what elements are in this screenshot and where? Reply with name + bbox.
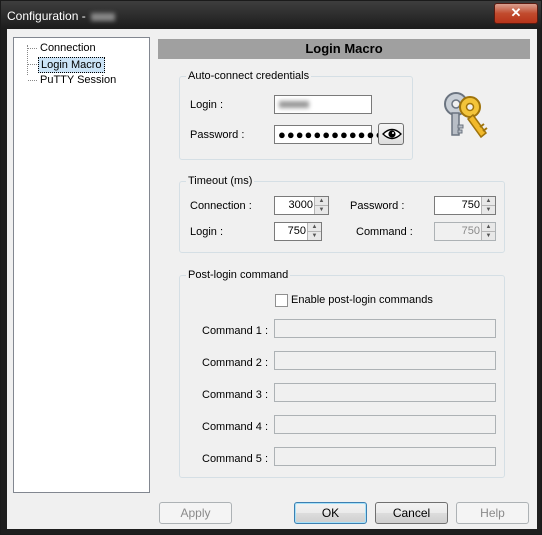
login-timeout-spinner[interactable]: 750 ▲ ▼ (274, 222, 322, 241)
spin-down-icon[interactable]: ▼ (315, 206, 328, 214)
tree-item-connection[interactable]: Connection (38, 41, 98, 55)
login-timeout-value: 750 (287, 225, 306, 237)
keys-icon (444, 92, 488, 139)
auto-connect-legend: Auto-connect credentials (186, 70, 312, 83)
close-button[interactable]: ✕ (494, 3, 538, 24)
timeout-group: Timeout (ms) Connection : 3000 ▲ ▼ Passw… (179, 175, 505, 253)
password-label: Password : (190, 129, 245, 141)
post-login-legend: Post-login command (186, 269, 291, 282)
command-2-label: Command 2 : (202, 357, 269, 369)
command-1-label: Command 1 : (202, 325, 269, 337)
spin-up-icon: ▲ (482, 223, 495, 232)
spin-down-icon[interactable]: ▼ (482, 206, 495, 214)
tree-connector (28, 48, 37, 49)
redacted-session-name (91, 12, 116, 21)
enable-post-login-checkbox[interactable] (275, 294, 288, 307)
tree-connector (28, 80, 37, 81)
tree-connector (27, 45, 28, 75)
configuration-window: Configuration - ✕ Connection Login Macro… (0, 0, 542, 535)
settings-tree[interactable]: Connection Login Macro PuTTY Session (13, 37, 150, 493)
login-input[interactable] (274, 95, 372, 114)
cancel-button[interactable]: Cancel (375, 502, 448, 524)
enable-post-login-label[interactable]: Enable post-login commands (291, 293, 433, 307)
command-4-input[interactable] (274, 415, 496, 434)
command-3-input[interactable] (274, 383, 496, 402)
ok-button[interactable]: OK (294, 502, 367, 524)
command-5-input[interactable] (274, 447, 496, 466)
command-2-input[interactable] (274, 351, 496, 370)
login-label: Login : (190, 99, 224, 111)
spin-down-icon[interactable]: ▼ (308, 232, 321, 240)
help-button[interactable]: Help (456, 502, 529, 524)
password-timeout-spinner[interactable]: 750 ▲ ▼ (434, 196, 496, 215)
window-title: Configuration - (7, 9, 116, 23)
login-timeout-label: Login : (190, 226, 224, 238)
post-login-group: Post-login command Enable post-login com… (179, 269, 505, 478)
command-1-input[interactable] (274, 319, 496, 338)
command-timeout-value: 750 (461, 225, 480, 237)
tree-connector (28, 64, 37, 65)
command-timeout-label: Command : (356, 226, 413, 238)
redacted-login (279, 101, 309, 108)
spinner-arrows: ▲ ▼ (481, 223, 495, 240)
dialog-client-area: Connection Login Macro PuTTY Session Log… (7, 29, 537, 529)
password-input[interactable]: ●●●●●●●●●●●●●● (274, 125, 401, 144)
timeout-legend: Timeout (ms) (186, 175, 255, 188)
connection-timeout-value: 3000 (288, 199, 313, 211)
title-bar[interactable]: Configuration - ✕ (1, 1, 541, 29)
show-password-button[interactable] (378, 123, 404, 145)
eye-icon (382, 128, 402, 140)
auto-connect-group: Auto-connect credentials Login : Passwor… (179, 70, 413, 160)
spinner-arrows[interactable]: ▲ ▼ (314, 197, 328, 214)
connection-timeout-spinner[interactable]: 3000 ▲ ▼ (274, 196, 329, 215)
apply-button[interactable]: Apply (159, 502, 232, 524)
spin-up-icon[interactable]: ▲ (315, 197, 328, 206)
spinner-arrows[interactable]: ▲ ▼ (307, 223, 321, 240)
spin-down-icon: ▼ (482, 232, 495, 240)
command-timeout-spinner: 750 ▲ ▼ (434, 222, 496, 241)
spinner-arrows[interactable]: ▲ ▼ (481, 197, 495, 214)
password-timeout-label: Password : (350, 200, 405, 212)
spin-up-icon[interactable]: ▲ (482, 197, 495, 206)
tree-item-login-macro[interactable]: Login Macro (38, 57, 105, 73)
panel-header: Login Macro (158, 39, 530, 59)
command-5-label: Command 5 : (202, 453, 269, 465)
connection-timeout-label: Connection : (190, 200, 252, 212)
spin-up-icon[interactable]: ▲ (308, 223, 321, 232)
tree-item-putty-session[interactable]: PuTTY Session (38, 73, 118, 87)
command-3-label: Command 3 : (202, 389, 269, 401)
password-timeout-value: 750 (461, 199, 480, 211)
command-4-label: Command 4 : (202, 421, 269, 433)
